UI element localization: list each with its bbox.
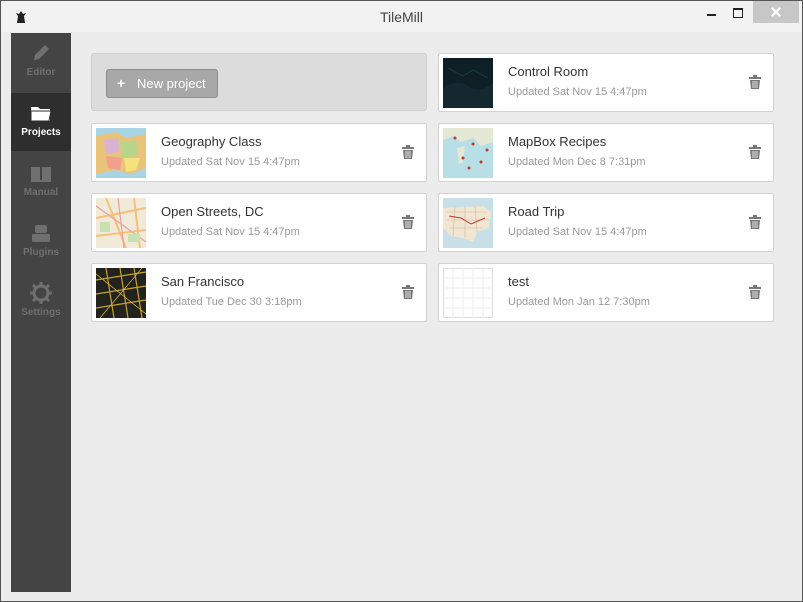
project-thumbnail [443,58,493,108]
plugin-icon [32,225,50,242]
project-updated: Updated Mon Jan 12 7:30pm [508,296,650,308]
sidebar-item-settings[interactable]: Settings [11,273,71,331]
project-card[interactable]: Geography Class Updated Sat Nov 15 4:47p… [91,123,427,182]
folder-icon [30,107,52,122]
project-thumbnail [96,128,146,178]
project-title: San Francisco [161,274,245,289]
sidebar-item-editor[interactable]: Editor [11,33,71,91]
project-card[interactable]: test Updated Mon Jan 12 7:30pm [438,263,774,322]
project-updated: Updated Sat Nov 15 4:47pm [161,156,300,168]
project-updated: Updated Mon Dec 8 7:31pm [508,156,646,168]
new-project-area: + New project [91,53,427,111]
project-title: Road Trip [508,204,565,219]
trash-icon[interactable] [749,215,761,229]
sidebar: Editor Projects Manual Plugins Settings [11,33,71,592]
new-project-label: New project [137,76,206,91]
pencil-icon [34,45,49,60]
sidebar-item-label: Manual [23,187,59,198]
trash-icon[interactable] [402,145,414,159]
project-card[interactable]: San Francisco Updated Tue Dec 30 3:18pm [91,263,427,322]
app-window: TileMill Editor Projects Manual Plugins … [0,0,803,602]
sidebar-item-label: Plugins [22,247,60,258]
window-title: TileMill [379,9,424,25]
close-button[interactable] [753,1,799,23]
title-bar[interactable]: TileMill [1,1,802,32]
trash-icon[interactable] [749,145,761,159]
project-thumbnail [443,198,493,248]
trash-icon[interactable] [402,215,414,229]
gear-icon [30,282,52,304]
project-card[interactable]: Control Room Updated Sat Nov 15 4:47pm [438,53,774,112]
project-title: MapBox Recipes [508,134,607,149]
new-project-button[interactable]: + New project [106,69,218,98]
project-updated: Updated Sat Nov 15 4:47pm [508,86,647,98]
project-card[interactable]: Open Streets, DC Updated Sat Nov 15 4:47… [91,193,427,252]
sidebar-item-plugins[interactable]: Plugins [11,213,71,271]
project-card[interactable]: MapBox Recipes Updated Mon Dec 8 7:31pm [438,123,774,182]
plus-icon: + [117,75,126,91]
project-updated: Updated Sat Nov 15 4:47pm [508,226,647,238]
project-thumbnail [443,268,493,318]
sidebar-item-label: Settings [21,307,61,318]
minimize-button[interactable] [699,1,725,23]
sidebar-item-label: Projects [21,127,61,138]
trash-icon[interactable] [402,285,414,299]
project-title: Control Room [508,64,589,79]
project-title: Open Streets, DC [161,204,264,219]
sidebar-item-projects[interactable]: Projects [11,93,71,151]
project-updated: Updated Sat Nov 15 4:47pm [161,226,300,238]
sidebar-item-manual[interactable]: Manual [11,153,71,211]
project-thumbnail [443,128,493,178]
project-thumbnail [96,198,146,248]
sidebar-item-label: Editor [26,67,56,78]
project-title: test [508,274,529,289]
book-icon [31,167,51,182]
trash-icon[interactable] [749,75,761,89]
projects-panel: + New project Control Room Updated Sat N… [71,33,802,592]
project-title: Geography Class [161,134,262,149]
maximize-button[interactable] [725,1,751,23]
project-updated: Updated Tue Dec 30 3:18pm [161,296,302,308]
trash-icon[interactable] [749,285,761,299]
project-thumbnail [96,268,146,318]
project-card[interactable]: Road Trip Updated Sat Nov 15 4:47pm [438,193,774,252]
